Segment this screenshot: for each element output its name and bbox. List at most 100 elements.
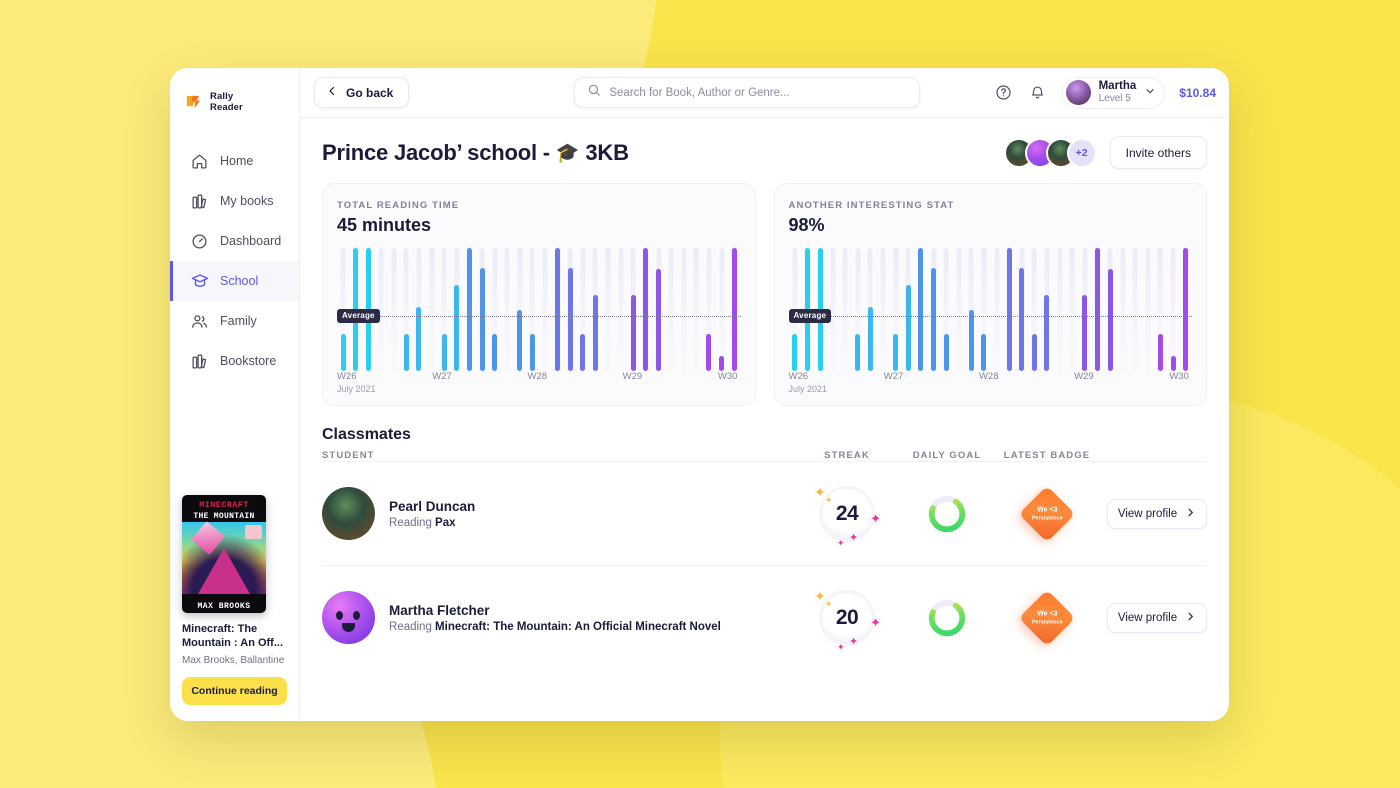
chart-bar-track	[956, 248, 962, 371]
chart-bar-slot	[852, 248, 865, 371]
chart-bar-slot	[940, 248, 953, 371]
sidebar-item-label: School	[220, 274, 259, 288]
classmates-section: Classmates STUDENT STREAK DAILY GOAL LAT…	[322, 426, 1207, 669]
chart-bar	[580, 334, 586, 371]
continue-reading-button[interactable]: Continue reading	[182, 677, 287, 705]
content-scroll-area: Prince Jacob’ school - 🎓 3KB +2 Invite o…	[300, 118, 1229, 721]
chart-bar-slot	[652, 248, 665, 371]
current-book-card: MINECRAFT THE MOUNTAIN MAX BROOKS Minecr…	[170, 495, 299, 721]
avatar	[322, 487, 375, 540]
chart-bar-track	[994, 248, 1000, 371]
sidebar-item-home[interactable]: Home	[170, 141, 299, 181]
chart-bar-track	[693, 248, 699, 371]
books-icon	[190, 352, 209, 371]
stat-card-label: TOTAL READING TIME	[337, 200, 460, 211]
chart-bar	[943, 334, 949, 371]
chart-bar-slot	[677, 248, 690, 371]
go-back-button[interactable]: Go back	[314, 77, 410, 108]
chart-bar	[466, 248, 472, 371]
classmates-table-header: STUDENT STREAK DAILY GOAL LATEST BADGE	[322, 450, 1207, 461]
chart-bar-slot	[589, 248, 602, 371]
chart-bar-track	[880, 248, 886, 371]
chart-bar-track	[1069, 248, 1075, 371]
sparkle-icon: ✦	[849, 635, 859, 648]
chart-x-axis: July 2021 W26 W27 W28 W29 W30	[788, 371, 1193, 394]
chart-bar-slot	[438, 248, 451, 371]
chart-bar-slot	[952, 248, 965, 371]
sidebar-item-label: Dashboard	[220, 234, 282, 248]
chart-bar	[403, 334, 409, 371]
sparkle-icon: ✦	[825, 598, 833, 609]
bell-icon[interactable]	[1028, 83, 1048, 103]
chart-bar-track	[504, 248, 510, 371]
average-line	[788, 315, 1192, 317]
chart-x-tick: W26	[337, 371, 357, 382]
stat-card-total-reading-time: TOTAL READING TIME 45 minutes Average Ju…	[322, 183, 756, 406]
brand-logo[interactable]: Rally Reader	[170, 83, 299, 119]
search-input[interactable]	[609, 86, 908, 99]
chart-bar-track	[719, 248, 725, 371]
chart-x-tick: W29	[622, 371, 643, 382]
streak-value: 24	[835, 501, 859, 525]
chart-x-tick: W27	[883, 371, 904, 382]
daily-goal-cell	[897, 597, 997, 639]
chart-bar	[529, 334, 535, 371]
chart-bars	[337, 248, 741, 371]
chevron-down-icon	[1144, 84, 1156, 102]
streak-cell: ✦ ✦ ✦ ✦ ✦ 20	[797, 586, 897, 652]
chart-bar-slot	[577, 248, 590, 371]
cover-subtitle: THE MOUNTAIN	[193, 512, 255, 521]
gauge-icon	[190, 232, 209, 251]
chart-bar-slot	[1179, 248, 1192, 371]
chart-bar-slot	[614, 248, 627, 371]
view-profile-button[interactable]: View profile	[1107, 498, 1207, 529]
chart-bar-slot	[387, 248, 400, 371]
chart-axis-sublabel: July 2021	[788, 384, 828, 394]
search-box[interactable]	[574, 77, 921, 108]
chart-bar-slot	[927, 248, 940, 371]
sidebar-item-label: Family	[220, 314, 257, 328]
streak-badge: ✦ ✦ ✦ ✦ ✦ 20	[814, 586, 881, 652]
balance-amount[interactable]: $10.84	[1179, 86, 1216, 100]
sidebar-item-family[interactable]: Family	[170, 301, 299, 341]
view-profile-label: View profile	[1117, 507, 1178, 520]
member-avatar-stack[interactable]: +2	[1003, 137, 1097, 168]
avatar	[322, 591, 375, 644]
sparkle-icon: ✦	[837, 537, 845, 548]
daily-goal-cell	[897, 493, 997, 535]
table-row[interactable]: Martha Fletcher Reading Minecraft: The M…	[322, 565, 1207, 669]
sidebar-item-my-books[interactable]: My books	[170, 181, 299, 221]
help-circle-icon[interactable]	[994, 83, 1014, 103]
view-profile-button[interactable]: View profile	[1107, 602, 1207, 633]
chart-bar	[731, 248, 737, 371]
streak-value: 20	[835, 605, 859, 629]
chart-x-tick: W27	[432, 371, 452, 382]
sidebar-item-bookstore[interactable]: Bookstore	[170, 341, 299, 381]
chart-bar	[1044, 294, 1050, 371]
chart-bar-slot	[1154, 248, 1167, 371]
stat-card-label: ANOTHER INTERESTING STAT	[788, 200, 955, 211]
mountain-art	[198, 548, 250, 594]
chart-bar-slot	[1066, 248, 1079, 371]
chart-bar-slot	[627, 248, 640, 371]
chart-bar	[981, 334, 987, 371]
reading-prefix: Reading	[389, 516, 436, 529]
invite-others-button[interactable]: Invite others	[1109, 136, 1207, 169]
chart-bar	[1082, 294, 1088, 371]
user-menu[interactable]: Martha Level 5	[1061, 76, 1166, 109]
sparkle-icon: ✦	[825, 494, 833, 505]
chart-bar	[968, 309, 974, 371]
chart-bar-track	[618, 248, 624, 371]
books-icon	[190, 192, 209, 211]
user-level: Level 5	[1098, 93, 1131, 104]
table-row[interactable]: Pearl Duncan Reading Pax ✦ ✦ ✦ ✦ ✦ 24 We…	[322, 461, 1207, 565]
sidebar-item-dashboard[interactable]: Dashboard	[170, 221, 299, 261]
sidebar-item-school[interactable]: School	[170, 261, 299, 301]
chart-bar-slot	[602, 248, 615, 371]
chevron-right-icon	[1185, 507, 1196, 521]
chart-bar-slot	[690, 248, 703, 371]
chart-bar-slot	[501, 248, 514, 371]
chart-bar-slot	[463, 248, 476, 371]
stat-card-value: 45 minutes	[337, 215, 432, 235]
book-cover-image[interactable]: MINECRAFT THE MOUNTAIN MAX BROOKS	[182, 495, 266, 613]
